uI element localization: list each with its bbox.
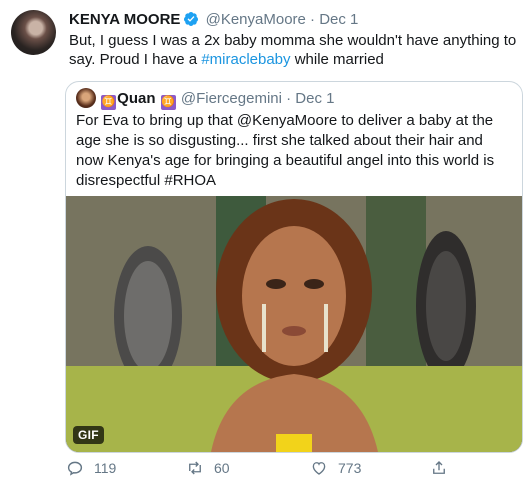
like-icon (312, 462, 326, 475)
gif-media[interactable]: GIF (66, 196, 522, 452)
reply-count: 119 (94, 460, 117, 476)
retweet-button[interactable]: 60 (186, 459, 230, 477)
tweet-text: But, I guess I was a 2x baby momma she w… (69, 31, 519, 69)
gemini-icon: ♊ (101, 95, 117, 110)
quoted-tweet[interactable]: ♊ Quan ♊ @Fiercegemini · Dec 1 For Eva to… (65, 81, 523, 453)
quoted-date: Dec 1 (295, 90, 335, 107)
like-count: 773 (338, 460, 362, 476)
author-handle[interactable]: @KenyaMoore (206, 11, 306, 28)
share-icon (433, 461, 445, 474)
quoted-display-name: Quan (117, 90, 156, 107)
dot-separator: · (286, 90, 292, 107)
tweet-text-part-2: while married (290, 51, 384, 68)
retweet-icon (189, 461, 201, 475)
dot-separator: · (310, 11, 316, 28)
gemini-icon: ♊ (160, 95, 176, 110)
quoted-avatar (76, 88, 96, 108)
gif-badge: GIF (73, 426, 104, 444)
tweet-header: KENYA MOORE @KenyaMoore · Dec 1 (69, 10, 358, 30)
quoted-header: ♊ Quan ♊ @Fiercegemini · Dec 1 (76, 88, 334, 110)
verified-badge-icon (184, 12, 199, 26)
quoted-handle: @Fiercegemini (180, 90, 282, 107)
reply-icon (67, 461, 83, 476)
retweet-count: 60 (214, 460, 230, 476)
like-button[interactable]: 773 (310, 459, 361, 477)
action-bar: 119 60 773 (66, 455, 506, 485)
tweet-date[interactable]: Dec 1 (319, 11, 358, 28)
share-button[interactable] (430, 459, 448, 477)
hashtag-link[interactable]: #miraclebaby (201, 51, 290, 68)
author-avatar[interactable] (11, 10, 56, 55)
quoted-text: For Eva to bring up that @KenyaMoore to … (76, 112, 495, 189)
reply-button[interactable]: 119 (66, 459, 116, 477)
gif-frame-illustration (66, 196, 522, 452)
author-display-name[interactable]: KENYA MOORE (69, 11, 180, 28)
